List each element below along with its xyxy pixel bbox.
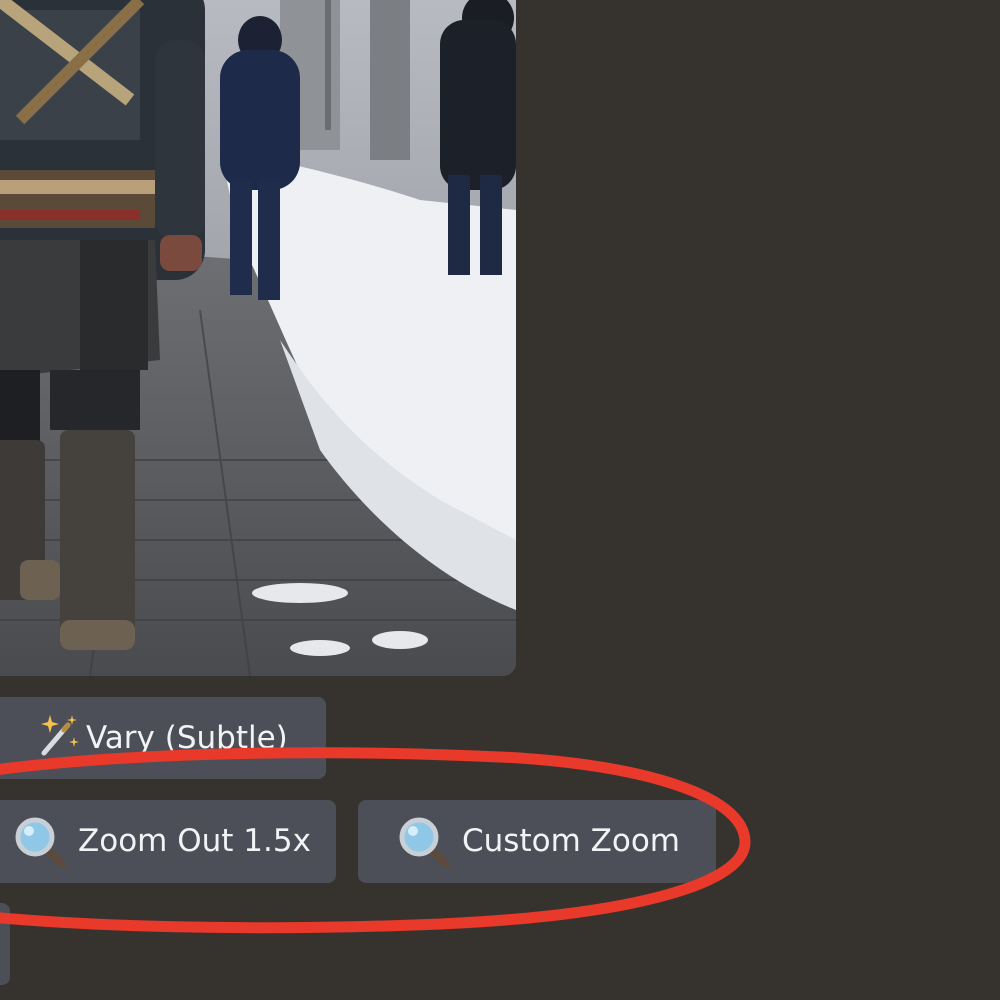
custom-zoom-button[interactable]: Custom Zoom <box>358 800 716 883</box>
vary-subtle-label: Vary (Subtle) <box>86 719 288 756</box>
custom-zoom-label: Custom Zoom <box>462 823 680 859</box>
partial-button[interactable] <box>0 903 10 985</box>
magnifying-glass-icon <box>398 816 450 868</box>
zoom-out-label: Zoom Out 1.5x <box>78 823 311 859</box>
generated-image[interactable] <box>0 0 516 676</box>
chat-message-area: Vary (Subtle) Zoom Out 1.5x Custom Zoom <box>0 0 1000 1000</box>
magnifying-glass-icon <box>14 816 66 868</box>
magic-wand-icon <box>34 711 82 759</box>
zoom-out-button[interactable]: Zoom Out 1.5x <box>0 800 336 883</box>
generated-image-art <box>0 0 516 676</box>
vary-subtle-button[interactable]: Vary (Subtle) <box>0 697 326 779</box>
